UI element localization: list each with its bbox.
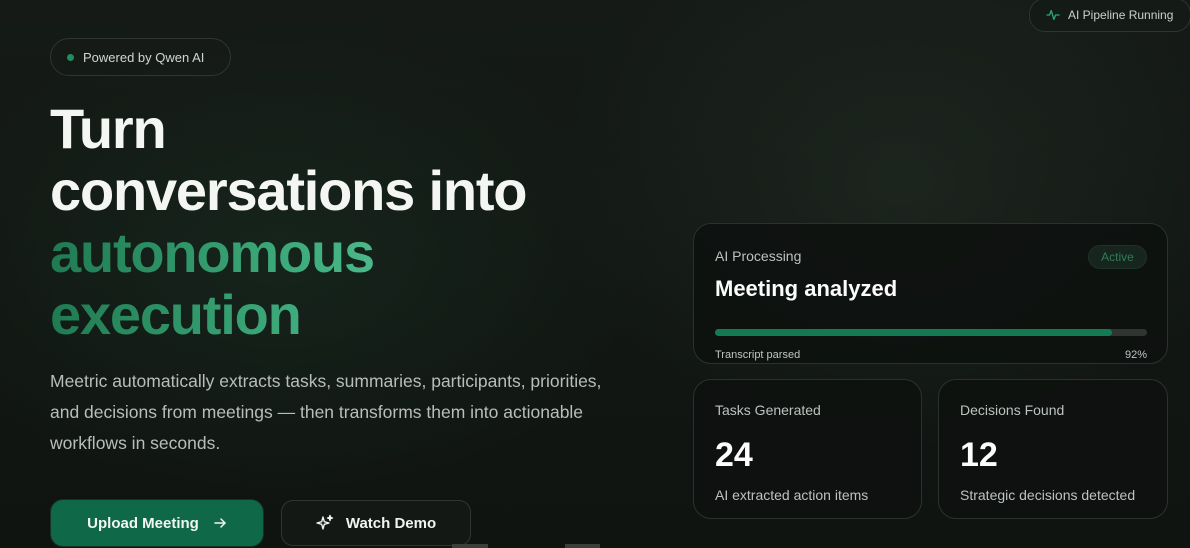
powered-by-badge: Powered by Qwen AI [50, 38, 231, 76]
hero-title-accent-2: execution [50, 284, 526, 346]
tasks-generated-value: 24 [715, 436, 753, 474]
tasks-generated-sub: AI extracted action items [715, 487, 869, 503]
sparkles-icon [316, 514, 334, 530]
active-status-badge: Active [1088, 245, 1147, 269]
activity-icon [1046, 9, 1060, 21]
decisions-found-card: Decisions Found 12 Strategic decisions d… [938, 379, 1168, 519]
bottom-edge-divider [565, 544, 600, 548]
watch-demo-button[interactable]: Watch Demo [281, 500, 471, 546]
decisions-found-value: 12 [960, 436, 998, 474]
progress-bar-fill [715, 329, 1113, 336]
tasks-generated-label: Tasks Generated [715, 402, 821, 418]
decisions-found-sub: Strategic decisions detected [960, 487, 1136, 503]
arrow-right-icon [214, 518, 226, 528]
progress-bar [715, 329, 1147, 336]
bottom-edge-divider [452, 544, 488, 548]
hero-description: Meetric automatically extracts tasks, su… [50, 371, 602, 453]
upload-meeting-label: Upload Meeting [87, 514, 199, 532]
pipeline-status-pill[interactable]: AI Pipeline Running [1029, 0, 1190, 32]
watch-demo-label: Watch Demo [345, 514, 437, 532]
hero-title-accent-1: autonomous [50, 222, 526, 284]
upload-meeting-button[interactable]: Upload Meeting [51, 500, 263, 546]
hero-title-line-2: conversations into [50, 159, 527, 222]
progress-value: 92% [1124, 349, 1147, 361]
decisions-found-label: Decisions Found [960, 402, 1065, 418]
powered-by-label: Powered by Qwen AI [83, 49, 205, 65]
hero-title-line-1: Turn [50, 97, 167, 160]
hero-title: Turn conversations into autonomous execu… [50, 97, 527, 346]
progress-caption: Transcript parsed 92% [715, 349, 1147, 361]
processing-title: Meeting analyzed [715, 276, 898, 301]
ai-processing-card: AI Processing Active Meeting analyzed Tr… [693, 223, 1168, 364]
pipeline-status-label: AI Pipeline Running [1068, 8, 1174, 22]
progress-label: Transcript parsed [715, 349, 801, 361]
tasks-generated-card: Tasks Generated 24 AI extracted action i… [693, 379, 922, 519]
status-dot [67, 53, 74, 61]
ai-processing-label: AI Processing [715, 248, 802, 264]
